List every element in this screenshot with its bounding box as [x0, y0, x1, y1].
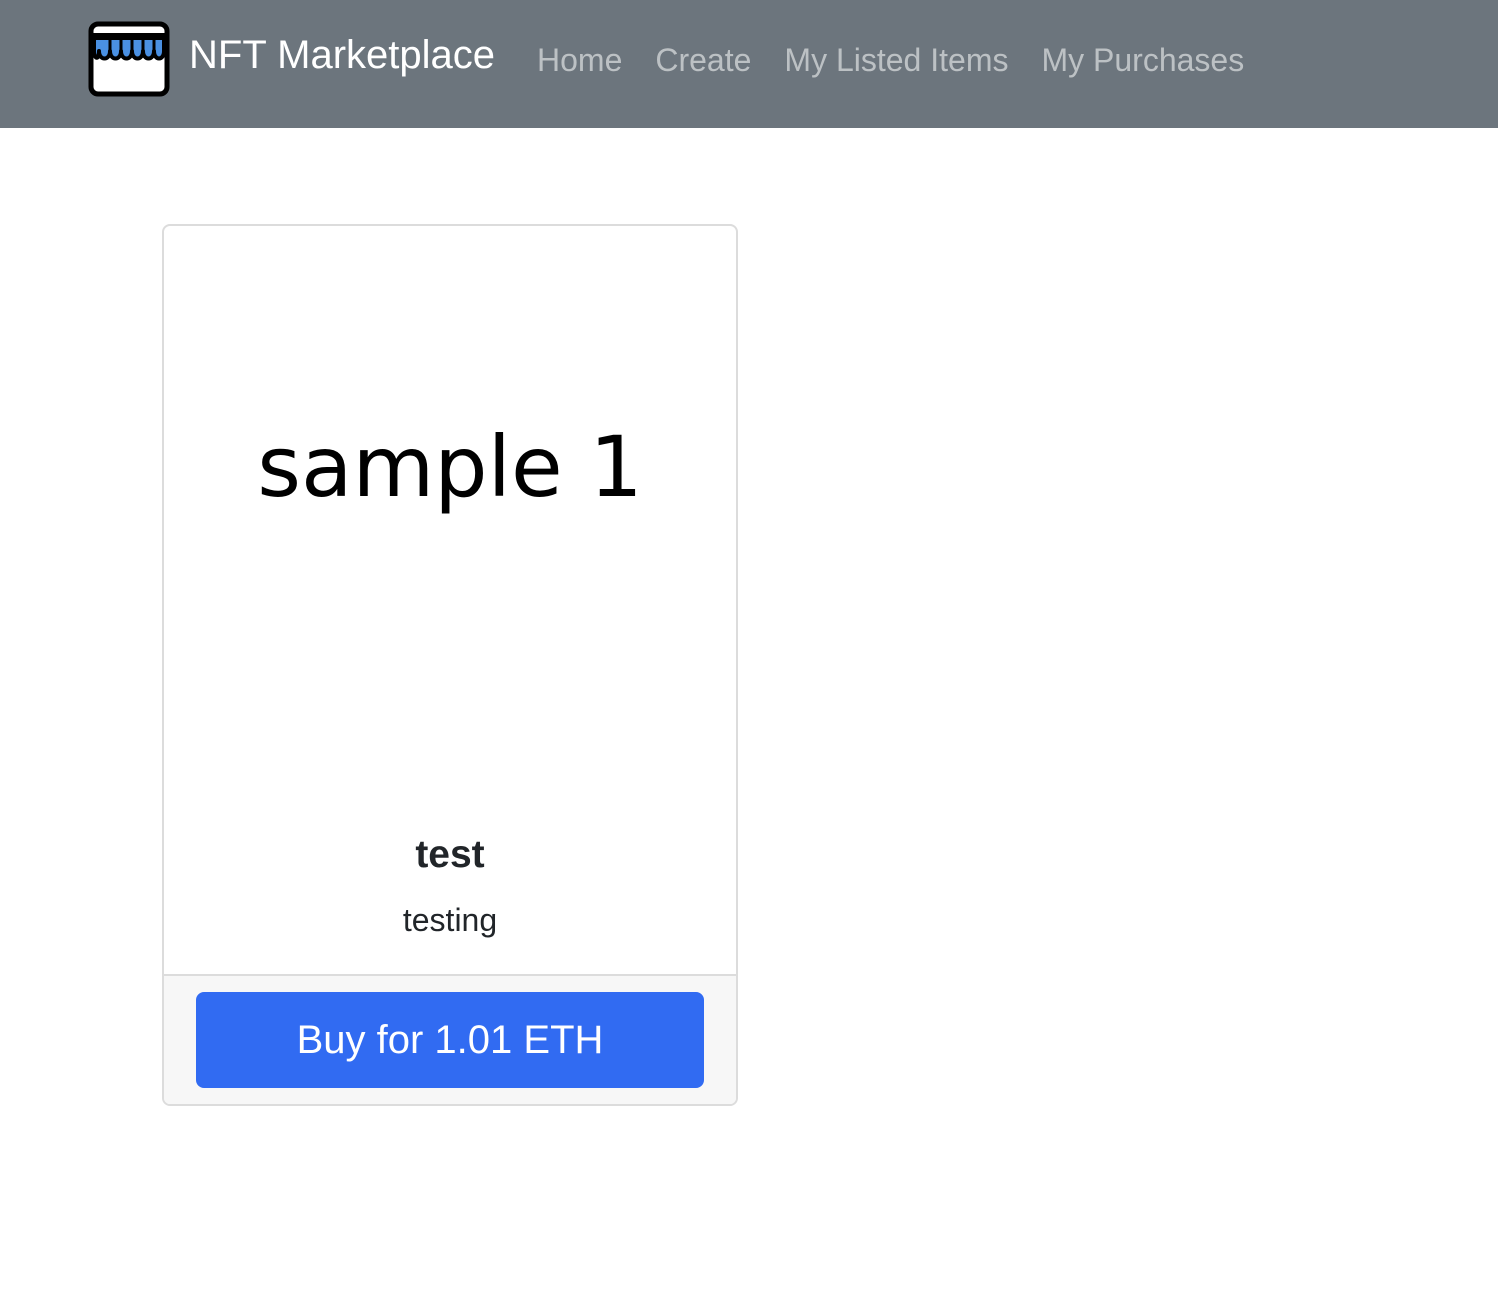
card-footer: Buy for 1.01 ETH: [164, 974, 736, 1104]
nft-title: test: [415, 833, 485, 876]
nav-link-my-purchases[interactable]: My Purchases: [1041, 42, 1244, 79]
nft-image: sample 1: [164, 226, 736, 798]
nav-links: Home Create My Listed Items My Purchases: [537, 40, 1277, 80]
navbar: NFT Marketplace Home Create My Listed It…: [0, 0, 1498, 128]
nav-link-home[interactable]: Home: [537, 42, 622, 79]
nav-link-create[interactable]: Create: [655, 42, 751, 79]
brand-name: NFT Marketplace: [189, 33, 496, 77]
buy-button[interactable]: Buy for 1.01 ETH: [196, 992, 704, 1088]
nft-card: sample 1 testing Buy for 1.01 ETH: [162, 224, 738, 1106]
storefront-icon: [88, 21, 170, 97]
nft-description: testing: [402, 902, 498, 938]
nav-link-my-listed-items[interactable]: My Listed Items: [784, 42, 1008, 79]
brand-link[interactable]: NFT Marketplace: [88, 20, 495, 98]
nft-image-text: sample 1: [257, 418, 643, 516]
